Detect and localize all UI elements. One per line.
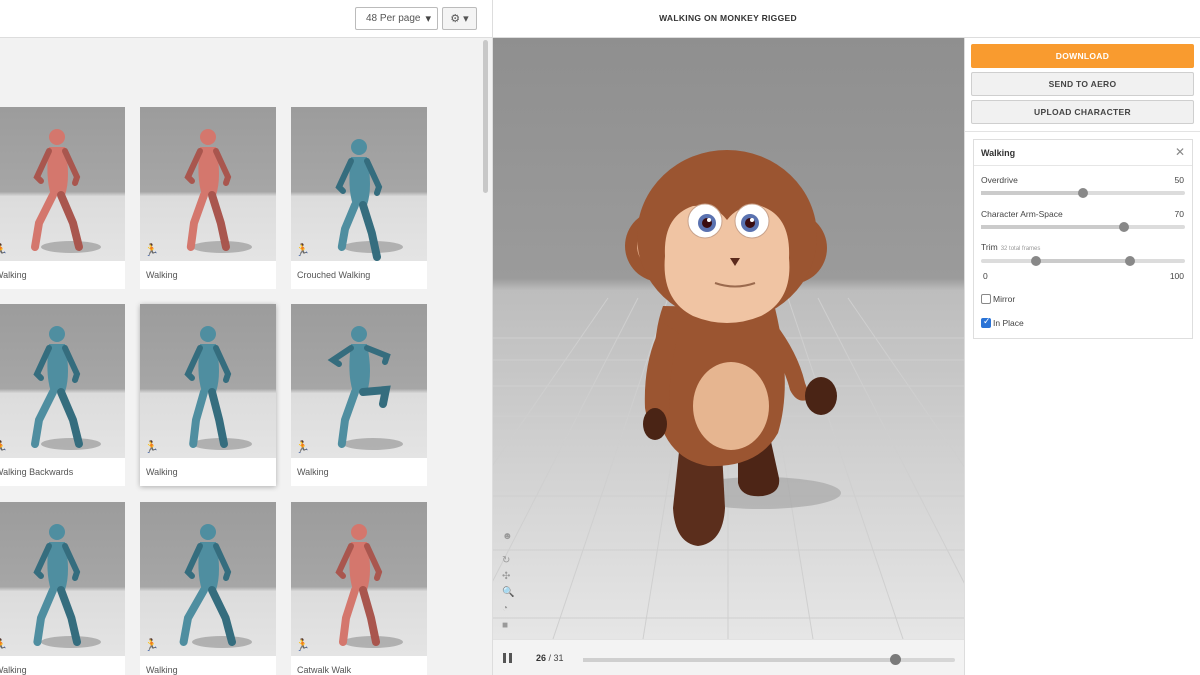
animation-card-label: Walking — [297, 467, 329, 477]
running-figure-icon: 🏃 — [144, 638, 159, 652]
running-figure-icon: 🏃 — [144, 243, 159, 257]
timeline-progress — [583, 658, 896, 662]
animation-thumbnail: 🏃 — [0, 304, 125, 458]
frame-counter: 26 / 31 — [536, 653, 564, 663]
upload-character-button[interactable]: UPLOAD CHARACTER — [971, 100, 1194, 124]
in-place-checkbox-row[interactable]: In Place — [981, 316, 1024, 328]
animation-card-label: Walking Backwards — [0, 467, 74, 477]
animation-card[interactable]: 🏃 Walking — [0, 502, 125, 675]
in-place-label: In Place — [993, 318, 1024, 328]
arm-space-slider[interactable] — [981, 222, 1185, 232]
running-figure-icon: 🏃 — [295, 638, 310, 652]
running-figure-icon: 🏃 — [0, 440, 8, 454]
download-button[interactable]: DOWNLOAD — [971, 44, 1194, 68]
animation-card-label: Walking — [146, 467, 178, 477]
face-icon[interactable]: ☻ — [502, 531, 513, 542]
trim-end-handle[interactable] — [1124, 256, 1135, 266]
total-frames: 31 — [553, 653, 564, 663]
animation-card[interactable]: 🏃 Walking — [0, 107, 125, 289]
animation-settings: Walking ✕ Overdrive 50 Character Arm-Spa… — [973, 139, 1193, 339]
animation-thumbnail: 🏃 — [0, 107, 125, 261]
animation-thumbnail: 🏃 — [291, 107, 427, 261]
animation-card-label: Crouched Walking — [297, 270, 371, 280]
viewer-header: WALKING ON MONKEY RIGGED — [493, 0, 1200, 38]
zoom-icon[interactable]: 🔍 — [502, 587, 514, 598]
arm-space-handle[interactable] — [1118, 222, 1129, 232]
animation-thumbnail: 🏃 — [291, 304, 427, 458]
animation-card[interactable]: 🏃 Walking — [140, 107, 276, 289]
library-toolbar: 48 Per page ▾ ⚙ ▾ — [0, 0, 493, 38]
animation-card[interactable]: 🏃 Walking — [140, 304, 276, 486]
chevron-down-icon: ▾ — [425, 13, 431, 25]
animation-card-label: Catwalk Walk — [297, 665, 352, 675]
animation-thumbnail: 🏃 — [140, 502, 276, 656]
per-page-select[interactable]: 48 Per page ▾ — [355, 7, 438, 30]
floor-and-character — [493, 150, 964, 639]
send-to-aero-button[interactable]: SEND TO AERO — [971, 72, 1194, 96]
gear-icon: ⚙ ▾ — [450, 13, 469, 25]
time-icon[interactable]: ◔ — [502, 603, 508, 614]
trim-max: 100 — [1169, 271, 1184, 281]
animation-card[interactable]: 🏃 Catwalk Walk — [291, 502, 427, 675]
trim-subtitle: 32 total frames — [1000, 246, 1041, 252]
mirror-label: Mirror — [993, 294, 1016, 304]
running-figure-icon: 🏃 — [295, 440, 310, 454]
current-frame: 26 — [536, 653, 547, 663]
overdrive-value: 50 — [1174, 175, 1184, 185]
trim-min: 0 — [983, 271, 988, 281]
animation-card-label: Walking — [146, 665, 178, 675]
animation-thumbnail: 🏃 — [140, 304, 276, 458]
running-figure-icon: 🏃 — [295, 243, 310, 257]
pause-icon — [503, 653, 506, 663]
animation-thumbnail: 🏃 — [140, 107, 276, 261]
arm-space-label: Character Arm-Space — [981, 209, 1063, 219]
3d-viewport[interactable]: ☻ ↻ ✣ 🔍 ◔ ■ — [493, 38, 964, 639]
animation-library: 48 Per page ▾ ⚙ ▾ 🏃 Walking 🏃 Walking — [0, 0, 493, 675]
overdrive-label: Overdrive — [981, 175, 1018, 185]
close-icon[interactable]: ✕ — [1175, 145, 1185, 159]
playback-bar: 26 / 31 — [493, 639, 964, 675]
animation-card-label: Walking — [0, 270, 27, 280]
running-figure-icon: 🏃 — [0, 243, 8, 257]
running-figure-icon: 🏃 — [0, 638, 8, 652]
settings-panel: DOWNLOAD SEND TO AERO UPLOAD CHARACTER W… — [964, 38, 1200, 675]
rotate-icon[interactable]: ↻ — [502, 555, 510, 566]
trim-start-handle[interactable] — [1031, 256, 1042, 266]
settings-menu-button[interactable]: ⚙ ▾ — [442, 7, 477, 30]
mirror-checkbox[interactable] — [981, 294, 991, 304]
in-place-checkbox[interactable] — [981, 316, 991, 328]
divider — [965, 131, 1200, 132]
animation-card-label: Walking — [146, 270, 178, 280]
pan-icon[interactable]: ✣ — [502, 571, 510, 582]
arm-space-value: 70 — [1174, 209, 1184, 219]
animation-card[interactable]: 🏃 Walking Backwards — [0, 304, 125, 486]
pause-button[interactable] — [503, 653, 513, 663]
trim-slider[interactable] — [981, 256, 1185, 266]
trim-label: Trim 32 total frames — [981, 242, 1041, 252]
library-scrollbar[interactable] — [483, 40, 488, 193]
running-figure-icon: 🏃 — [144, 440, 159, 454]
timeline-handle[interactable] — [890, 654, 902, 665]
mirror-checkbox-row[interactable]: Mirror — [981, 294, 1015, 304]
animation-title: Walking — [981, 148, 1016, 158]
animation-thumbnail: 🏃 — [291, 502, 427, 656]
timeline-slider[interactable] — [583, 654, 955, 665]
animation-card[interactable]: 🏃 Crouched Walking — [291, 107, 427, 289]
overdrive-handle[interactable] — [1078, 188, 1088, 198]
camera-icon[interactable]: ■ — [502, 620, 508, 631]
animation-card[interactable]: 🏃 Walking — [291, 304, 427, 486]
animation-card-label: Walking — [0, 665, 27, 675]
viewer-title: WALKING ON MONKEY RIGGED — [659, 13, 797, 23]
per-page-value: 48 Per page — [366, 13, 421, 24]
animation-card[interactable]: 🏃 Walking — [140, 502, 276, 675]
overdrive-slider[interactable] — [981, 188, 1185, 198]
animation-thumbnail: 🏃 — [0, 502, 125, 656]
